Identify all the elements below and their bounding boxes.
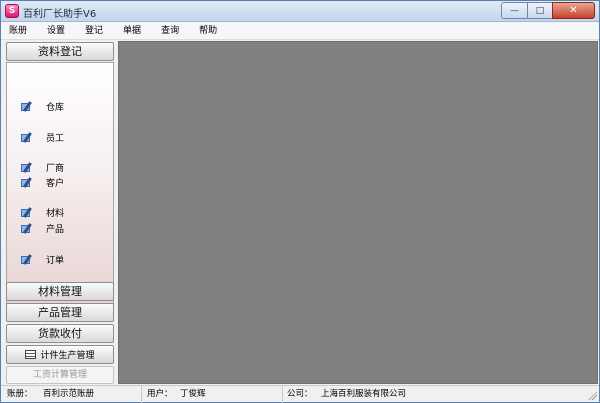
main-window: S 百利厂长助手V6 — □ ✕ 账册 设置 登记 单据 查询 帮助 资料登记 … — [0, 0, 600, 403]
status-user-label: 用户： — [147, 389, 173, 399]
edit-form-icon — [21, 253, 35, 265]
menu-account[interactable]: 账册 — [9, 22, 27, 40]
registration-item-list: 仓库 员工 厂商 客户 材料 产品 订单 — [6, 62, 114, 319]
nav-item-label: 客户 — [46, 178, 65, 189]
nav-item-warehouse[interactable]: 仓库 — [21, 100, 65, 113]
nav-item-label: 订单 — [46, 255, 65, 266]
status-company-label: 公司： — [287, 389, 313, 399]
status-account-label: 账册： — [7, 389, 33, 399]
nav-item-customer[interactable]: 客户 — [21, 176, 65, 189]
status-company-value: 上海百利服装有限公司 — [321, 389, 407, 399]
edit-form-icon — [21, 100, 35, 112]
title-bar[interactable]: S 百利厂长助手V6 — □ ✕ — [1, 1, 599, 22]
edit-form-icon — [21, 176, 35, 188]
status-user-value: 丁俊辉 — [180, 389, 206, 399]
list-grid-icon — [25, 350, 37, 359]
minimize-button[interactable]: — — [501, 2, 527, 19]
nav-item-employee[interactable]: 员工 — [21, 131, 65, 144]
menu-bar: 账册 设置 登记 单据 查询 帮助 — [1, 22, 599, 40]
menu-settings[interactable]: 设置 — [47, 22, 65, 40]
menu-documents[interactable]: 单据 — [123, 22, 141, 40]
status-user: 用户： 丁俊辉 — [143, 386, 283, 403]
close-button[interactable]: ✕ — [552, 2, 595, 19]
nav-item-label: 材料 — [46, 208, 65, 219]
status-account: 账册： 百利示范账册 — [1, 386, 142, 403]
nav-item-label: 仓库 — [46, 102, 65, 113]
mdi-workspace — [118, 41, 598, 384]
section-button-material-management[interactable]: 材料管理 — [6, 282, 114, 301]
status-bar: 账册： 百利示范账册 用户： 丁俊辉 公司： 上海百利服装有限公司 — [1, 385, 599, 403]
nav-item-order[interactable]: 订单 — [21, 253, 65, 266]
piecework-production-button[interactable]: 计件生产管理 — [6, 345, 114, 364]
nav-item-product[interactable]: 产品 — [21, 222, 65, 235]
section-button-product-management[interactable]: 产品管理 — [6, 303, 114, 322]
menu-query[interactable]: 查询 — [161, 22, 179, 40]
section-button-data-registration[interactable]: 资料登记 — [6, 42, 114, 61]
edit-form-icon — [21, 161, 35, 173]
maximize-button[interactable]: □ — [527, 2, 552, 19]
status-company: 公司： 上海百利服装有限公司 — [284, 386, 584, 403]
edit-form-icon — [21, 131, 35, 143]
window-controls: — □ ✕ — [501, 2, 595, 19]
piecework-label: 计件生产管理 — [40, 351, 95, 361]
edit-form-icon — [21, 222, 35, 234]
payroll-management-button: 工资计算管理 — [6, 366, 114, 384]
nav-item-label: 厂商 — [46, 163, 65, 174]
app-logo-icon[interactable]: S — [5, 4, 19, 18]
edit-form-icon — [21, 206, 35, 218]
nav-item-label: 员工 — [46, 133, 65, 144]
menu-help[interactable]: 帮助 — [199, 22, 217, 40]
menu-register[interactable]: 登记 — [85, 22, 103, 40]
window-title: 百利厂长助手V6 — [23, 9, 97, 20]
resize-grip-icon[interactable] — [587, 390, 597, 400]
nav-item-label: 产品 — [46, 224, 65, 235]
nav-item-vendor[interactable]: 厂商 — [21, 161, 65, 174]
section-button-payments[interactable]: 货款收付 — [6, 324, 114, 343]
status-account-value: 百利示范账册 — [43, 389, 95, 399]
nav-item-material[interactable]: 材料 — [21, 206, 65, 219]
navigation-panel: 资料登记 仓库 员工 厂商 客户 材料 产品 订单 材料管理 产品管理 货款收付… — [6, 42, 115, 385]
